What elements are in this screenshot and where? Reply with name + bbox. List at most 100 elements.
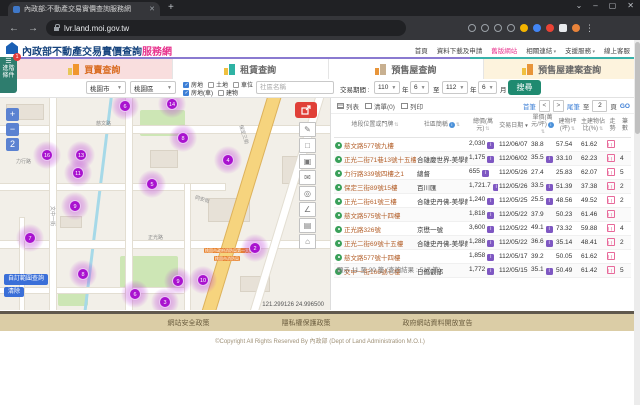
trend-chart-icon[interactable] xyxy=(607,238,615,246)
type-checkbox-建物[interactable]: 建物 xyxy=(218,88,238,97)
go-button[interactable]: GO xyxy=(620,103,630,110)
trend-chart-icon[interactable] xyxy=(607,224,615,232)
unit-price-detail-icon[interactable]: i xyxy=(546,268,553,275)
clear-range-button[interactable]: 清除 xyxy=(4,287,24,297)
map-cluster-marker[interactable]: 10 xyxy=(189,266,217,294)
browser-tab[interactable]: 內政部:不動產交易實價查詢服務網 ✕ xyxy=(8,2,160,16)
price-detail-icon[interactable]: i xyxy=(482,170,489,177)
tab-close-icon[interactable]: ✕ xyxy=(149,5,155,13)
bookmark-star-icon[interactable] xyxy=(507,24,515,32)
new-tab-button[interactable]: + xyxy=(168,3,174,13)
zoom-in-button[interactable]: + xyxy=(6,108,19,121)
map-cluster-marker[interactable]: 8 xyxy=(169,124,197,152)
address-link[interactable]: 正光二街71巷13號十五樓 xyxy=(344,157,416,164)
column-header[interactable]: 建物坪(坪)⇅ xyxy=(555,114,580,138)
address-link[interactable]: 力行路339號四樓之1 xyxy=(344,171,404,178)
column-header[interactable]: 單價(萬元/坪)i⇅ xyxy=(530,114,555,138)
draw-tool-icon[interactable]: ✎ xyxy=(299,122,316,137)
address-link[interactable]: 慈文路577號十四樓 xyxy=(344,255,400,262)
advanced-filter-tab[interactable]: ☰ 進階條件 1 xyxy=(0,57,17,93)
unit-price-detail-icon[interactable]: i xyxy=(546,198,553,205)
layers-icon[interactable]: ▤ xyxy=(299,218,316,233)
tab-presale-query[interactable]: 預售屋查詢 xyxy=(329,59,485,80)
back-icon[interactable]: ← xyxy=(9,23,19,34)
trend-chart-icon[interactable] xyxy=(607,266,615,274)
unit-price-detail-icon[interactable]: i xyxy=(546,240,553,247)
extension-icon[interactable] xyxy=(520,24,528,32)
from-month-select[interactable]: 6▼ xyxy=(410,81,429,94)
zoom-out-button[interactable]: − xyxy=(6,123,19,136)
trend-chart-icon[interactable] xyxy=(607,154,615,162)
trend-chart-icon[interactable] xyxy=(607,182,615,190)
address-bar[interactable]: lvr.land.moi.gov.tw xyxy=(46,20,406,36)
unit-price-detail-icon[interactable]: i xyxy=(546,156,553,163)
price-detail-icon[interactable]: i xyxy=(487,156,494,163)
mail-icon[interactable]: ✉ xyxy=(299,170,316,185)
column-header[interactable]: 總價(萬元)⇅ xyxy=(468,114,498,138)
forward-icon[interactable]: → xyxy=(28,23,38,34)
tab-presale-project-query[interactable]: 預售屋建案查詢 xyxy=(484,59,640,80)
footer-link[interactable]: 政府網站資料開放宣告 xyxy=(403,318,473,328)
column-header[interactable]: 社區簡稱i⇅ xyxy=(416,114,468,138)
header-nav-item[interactable]: 舊版網站 xyxy=(491,45,517,55)
price-detail-icon[interactable]: i xyxy=(487,240,494,247)
window-control-icon[interactable]: ▢ xyxy=(609,1,617,10)
header-nav-item[interactable]: 首頁 xyxy=(415,45,428,55)
header-nav-item[interactable]: 支援服務 xyxy=(565,45,595,55)
info-icon[interactable]: i xyxy=(548,122,554,128)
window-control-icon[interactable]: ✕ xyxy=(627,1,634,10)
trend-chart-icon[interactable] xyxy=(607,196,615,204)
unit-price-detail-icon[interactable]: i xyxy=(546,226,553,233)
zoom-level-button[interactable]: 2 xyxy=(6,138,19,151)
locate-icon[interactable]: ◎ xyxy=(299,186,316,201)
extension-icon[interactable] xyxy=(494,24,502,32)
price-detail-icon[interactable]: i xyxy=(493,184,498,191)
window-controls[interactable]: ⌄–▢✕ xyxy=(576,1,634,10)
address-link[interactable]: 慈文路577號九樓 xyxy=(344,143,394,150)
view-board-button[interactable]: 清單(0) xyxy=(365,101,395,111)
map-cluster-marker[interactable]: 7 xyxy=(16,224,44,252)
extension-icon[interactable] xyxy=(468,24,476,32)
type-checkbox-房地(車)[interactable]: 房地(車) xyxy=(183,88,213,97)
extension-icon[interactable] xyxy=(559,24,567,32)
map-cluster-marker[interactable]: 11 xyxy=(64,159,92,187)
footer-link[interactable]: 隱私權保護政策 xyxy=(282,318,331,328)
map-cluster-marker[interactable]: 6 xyxy=(111,98,139,120)
header-nav-item[interactable]: 資料下載及申請 xyxy=(437,45,483,55)
column-header[interactable]: 地段位置或門牌⇅ xyxy=(334,114,416,138)
prev-page-button[interactable]: < xyxy=(539,100,550,112)
map-cluster-marker[interactable]: 9 xyxy=(61,192,89,220)
map-cluster-marker[interactable]: 2 xyxy=(241,234,269,262)
print-button[interactable]: 列印 xyxy=(401,101,423,111)
footer-link[interactable]: 網站安全政策 xyxy=(168,318,210,328)
extension-icon[interactable] xyxy=(533,24,541,32)
from-year-select[interactable]: 110▼ xyxy=(374,81,400,94)
next-page-button[interactable]: > xyxy=(553,100,564,112)
to-year-select[interactable]: 112▼ xyxy=(442,81,468,94)
browser-menu-icon[interactable]: ⋮ xyxy=(585,23,594,34)
trend-chart-icon[interactable] xyxy=(607,210,615,218)
tab-sale-query[interactable]: 買賣查詢 xyxy=(17,59,173,80)
price-detail-icon[interactable]: i xyxy=(487,198,494,205)
map-cluster-marker[interactable]: 16 xyxy=(33,141,61,169)
type-checkbox-車位[interactable]: 車位 xyxy=(233,80,253,89)
unit-price-detail-icon[interactable]: i xyxy=(546,184,553,191)
first-page-button[interactable]: 首筆 xyxy=(523,101,536,111)
rect-select-icon[interactable]: □ xyxy=(299,138,316,153)
map-cluster-marker[interactable]: 9 xyxy=(164,267,192,295)
header-nav-item[interactable]: 線上客服 xyxy=(604,45,630,55)
address-link[interactable]: 正光二街69號十五樓 xyxy=(344,241,403,248)
search-button[interactable]: 搜尋 xyxy=(508,80,541,95)
map-cluster-marker[interactable]: 5 xyxy=(138,170,166,198)
map-cluster-marker[interactable]: 8 xyxy=(69,260,97,288)
measure-icon[interactable]: ∠ xyxy=(299,202,316,217)
scrollbar-thumb[interactable] xyxy=(635,42,640,134)
column-header[interactable]: 主建物佔比(%)⇅ xyxy=(580,114,606,138)
window-control-icon[interactable]: – xyxy=(593,1,597,10)
extension-icon[interactable] xyxy=(481,24,489,32)
polygon-select-icon[interactable]: ▣ xyxy=(299,154,316,169)
column-header[interactable]: 交易日期▼ xyxy=(498,114,530,138)
address-link[interactable]: 正光二街61號三樓 xyxy=(344,199,397,206)
price-detail-icon[interactable]: i xyxy=(487,268,494,275)
custom-range-button[interactable]: 自訂範圍查詢 xyxy=(4,274,48,285)
